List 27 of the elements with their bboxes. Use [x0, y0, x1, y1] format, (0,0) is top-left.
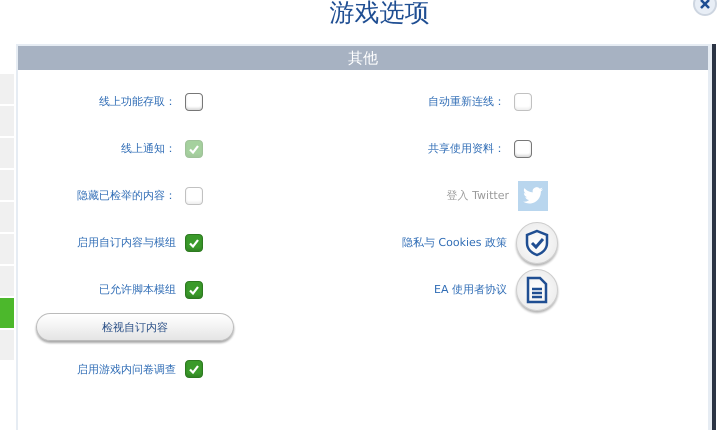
- checkbox[interactable]: [185, 280, 203, 298]
- window-title: 游戏选项: [330, 0, 430, 29]
- option-label: 启用自订内容与模组: [77, 235, 176, 250]
- checkmark-icon: [188, 363, 200, 375]
- agreement-link-label: EA 使用者协议: [434, 282, 507, 297]
- twitter-label: 登入 Twitter: [446, 188, 509, 203]
- checkmark-icon: [188, 236, 200, 248]
- option-label: 启用游戏内问卷调查: [77, 362, 176, 376]
- side-tab[interactable]: [0, 298, 14, 328]
- section-header: 其他: [18, 46, 708, 70]
- option-label: 隐藏已检举的内容：: [77, 188, 176, 203]
- checkmark-icon: [188, 284, 200, 296]
- view-custom-content-button[interactable]: 检视自订内容: [36, 313, 234, 341]
- checkbox[interactable]: [185, 360, 203, 378]
- option-label: 共享使用资料：: [428, 141, 505, 156]
- option-label: 自动重新连线：: [428, 94, 505, 109]
- checkbox[interactable]: [185, 234, 203, 252]
- shield-check-icon[interactable]: [516, 222, 558, 264]
- option-label: 线上通知：: [121, 141, 176, 156]
- option-label: 线上功能存取：: [99, 94, 176, 109]
- document-icon[interactable]: [516, 268, 558, 310]
- option-label: 已允许脚本模组: [99, 282, 176, 297]
- checkmark-icon: [188, 142, 200, 154]
- privacy-link-label: 隐私与 Cookies 政策: [402, 235, 507, 250]
- checkbox[interactable]: [514, 140, 532, 158]
- checkbox[interactable]: [185, 92, 203, 110]
- twitter-bird-icon[interactable]: [518, 180, 548, 210]
